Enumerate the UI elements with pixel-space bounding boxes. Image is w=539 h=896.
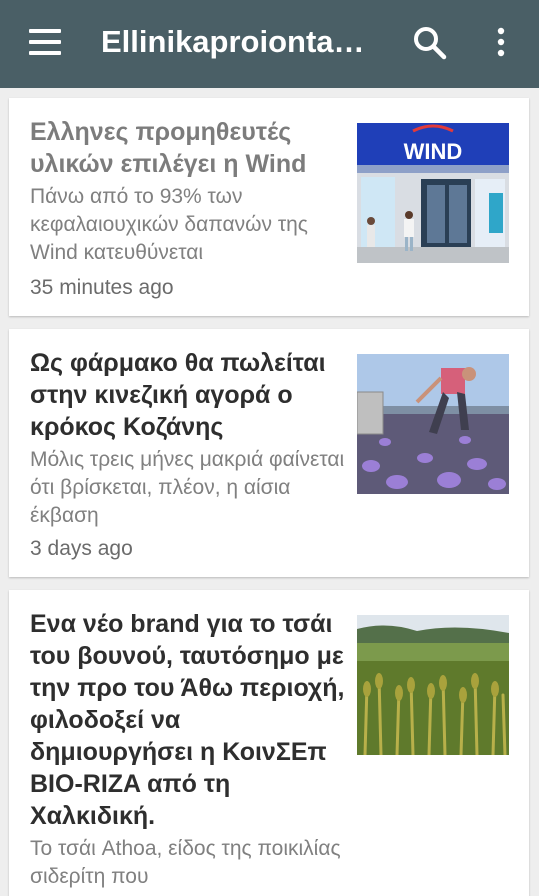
article-thumbnail	[357, 615, 509, 755]
article-thumbnail: WIND	[357, 123, 509, 263]
article-time: 3 days ago	[30, 537, 133, 560]
app-bar: Ellinikaproionta.gr	[0, 0, 539, 88]
article-summary: Μόλις τρεις μήνες μακριά φαίνεται ότι βρ…	[30, 448, 345, 527]
search-icon[interactable]	[411, 24, 449, 62]
more-vert-icon[interactable]	[489, 24, 513, 62]
menu-icon[interactable]	[29, 29, 63, 57]
article-card-wind[interactable]: Ελληνες προμηθευτές υλικών επιλέγει η Wi…	[9, 98, 529, 316]
article-card-mountain-tea[interactable]: Ενα νέο brand για το τσάι του βουνού, τα…	[9, 590, 529, 896]
article-summary: Πάνω από το 93% των κεφαλαιουχικών δαπαν…	[30, 185, 308, 264]
wind-logo: WIND	[404, 139, 463, 164]
article-headline: Ενα νέο brand για το τσάι του βουνού, τα…	[30, 610, 345, 830]
article-summary: Το τσάι Athoa, είδος της ποικιλίας σιδερ…	[30, 837, 341, 888]
article-headline: Ως φάρμακο θα πωλείται στην κινεζική αγο…	[30, 349, 326, 441]
app-title: Ellinikaproionta.gr	[101, 24, 373, 59]
article-time: 35 minutes ago	[30, 276, 174, 299]
article-thumbnail	[357, 354, 509, 494]
article-headline: Ελληνες προμηθευτές υλικών επιλέγει η Wi…	[30, 118, 307, 178]
article-card-saffron[interactable]: Ως φάρμακο θα πωλείται στην κινεζική αγο…	[9, 329, 529, 577]
